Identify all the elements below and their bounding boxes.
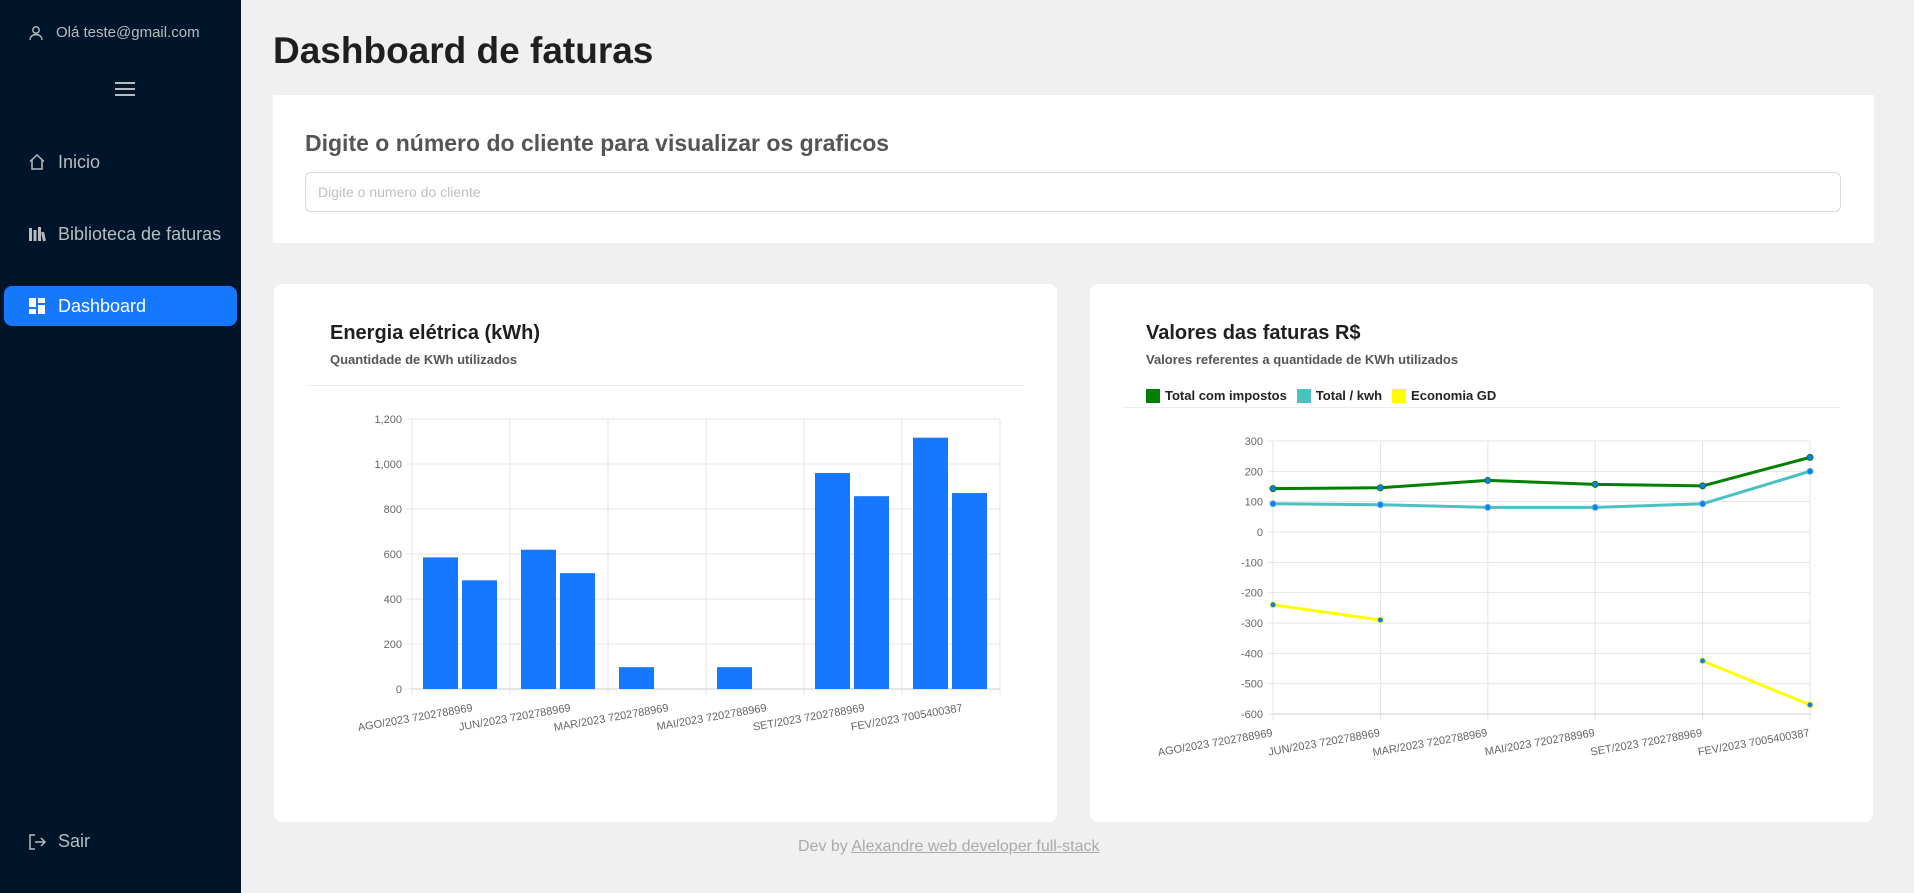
data-point bbox=[1269, 601, 1277, 609]
bar bbox=[423, 557, 458, 689]
series-line bbox=[1272, 603, 1381, 622]
x-tick-label: MAR/2023 7202788969 bbox=[1372, 727, 1489, 759]
bar bbox=[619, 667, 654, 689]
data-point bbox=[1699, 657, 1707, 665]
logout-button[interactable]: Sair bbox=[28, 831, 90, 852]
data-point bbox=[1376, 484, 1384, 492]
x-tick-label: SET/2023 7202788969 bbox=[1590, 727, 1704, 758]
data-point bbox=[1269, 485, 1277, 493]
x-tick-label: JUN/2023 7202788969 bbox=[1267, 727, 1381, 758]
bar bbox=[560, 573, 595, 689]
data-point bbox=[1699, 500, 1707, 508]
y-tick-label: 0 bbox=[396, 684, 402, 696]
user-icon bbox=[29, 25, 43, 40]
x-tick-label: FEV/2023 7005400387 bbox=[850, 702, 964, 733]
data-point bbox=[1806, 453, 1814, 461]
x-tick-label: MAI/2023 7202788969 bbox=[1484, 727, 1596, 758]
footer-prefix: Dev by bbox=[798, 838, 848, 855]
y-tick-label: -300 bbox=[1241, 618, 1263, 630]
logout-icon bbox=[29, 833, 46, 850]
y-tick-label: 1,000 bbox=[374, 459, 402, 471]
bar bbox=[913, 437, 948, 689]
series-line bbox=[1702, 659, 1811, 707]
y-tick-label: -600 bbox=[1241, 709, 1263, 721]
energy-bar-chart: 0 200 400 600 800 1,000 1,200 AGO/2023 72027889… bbox=[357, 414, 1001, 734]
data-point bbox=[1484, 476, 1492, 484]
library-icon bbox=[29, 227, 46, 242]
user-greeting: Olá teste@gmail.com bbox=[28, 24, 200, 41]
search-card: Digite o número do cliente para visualiz… bbox=[273, 95, 1874, 243]
bar bbox=[521, 549, 556, 689]
logout-label: Sair bbox=[58, 831, 91, 851]
y-tick-label: -100 bbox=[1241, 557, 1263, 569]
home-icon bbox=[29, 153, 45, 170]
page-title: Dashboard de faturas bbox=[273, 30, 654, 71]
sidebar-item-label: Inicio bbox=[58, 151, 101, 172]
menu-icon[interactable] bbox=[114, 80, 136, 98]
footer: Dev by Alexandre web developer full-stac… bbox=[798, 838, 1100, 856]
search-heading: Digite o número do cliente para visualiz… bbox=[305, 130, 890, 156]
sidebar: Olá teste@gmail.com Inicio Biblioteca de… bbox=[0, 0, 241, 893]
energy-chart-card: Energia elétrica (kWh) Quantidade de KWh… bbox=[274, 284, 1057, 822]
client-number-input[interactable] bbox=[305, 172, 1841, 212]
user-greeting-text: Olá teste@gmail.com bbox=[56, 24, 200, 41]
bar bbox=[815, 473, 850, 689]
x-tick-label: FEV/2023 7005400387 bbox=[1697, 727, 1811, 758]
y-tick-label: 200 bbox=[1245, 466, 1263, 478]
data-point bbox=[1806, 467, 1814, 475]
x-tick-label: AGO/2023 7202788969 bbox=[357, 702, 474, 734]
data-point bbox=[1699, 482, 1707, 490]
sidebar-item-label: Biblioteca de faturas bbox=[58, 223, 222, 244]
data-point bbox=[1591, 503, 1599, 511]
bar bbox=[854, 496, 889, 689]
y-tick-label: -500 bbox=[1241, 679, 1263, 691]
dashboard-icon bbox=[29, 298, 45, 314]
invoice-line-chart: 300 200 100 0 -100 -200 -300 -400 -500 -600 AGO/20… bbox=[1157, 436, 1814, 759]
data-point bbox=[1376, 616, 1384, 624]
x-tick-label: AGO/2023 7202788969 bbox=[1157, 727, 1274, 759]
x-tick-label: MAI/2023 7202788969 bbox=[656, 702, 768, 733]
data-point bbox=[1591, 480, 1599, 488]
bar bbox=[717, 667, 752, 689]
data-point bbox=[1484, 503, 1492, 511]
series-line bbox=[1272, 455, 1811, 491]
sidebar-item-inicio[interactable]: Inicio bbox=[4, 142, 237, 182]
y-tick-label: 800 bbox=[384, 504, 402, 516]
sidebar-item-label: Dashboard bbox=[58, 295, 147, 316]
data-point bbox=[1376, 501, 1384, 509]
sidebar-item-biblioteca[interactable]: Biblioteca de faturas bbox=[4, 214, 237, 254]
footer-author-link[interactable]: Alexandre web developer full-stack bbox=[851, 838, 1099, 855]
data-point bbox=[1806, 701, 1814, 709]
invoice-values-chart-card: Valores das faturas R$ Valores referente… bbox=[1090, 284, 1873, 822]
y-tick-label: 600 bbox=[384, 549, 402, 561]
sidebar-item-dashboard[interactable]: Dashboard bbox=[4, 286, 237, 326]
x-tick-label: MAR/2023 7202788969 bbox=[553, 702, 670, 734]
y-tick-label: 200 bbox=[384, 639, 402, 651]
y-tick-label: -400 bbox=[1241, 648, 1263, 660]
y-tick-label: 100 bbox=[1245, 497, 1263, 509]
x-tick-label: SET/2023 7202788969 bbox=[752, 702, 866, 733]
data-point bbox=[1269, 500, 1277, 508]
y-tick-label: 300 bbox=[1245, 436, 1263, 448]
y-tick-label: 0 bbox=[1257, 527, 1263, 539]
y-tick-label: -200 bbox=[1241, 588, 1263, 600]
bar bbox=[952, 493, 987, 689]
y-tick-label: 400 bbox=[384, 594, 402, 606]
bar bbox=[462, 580, 497, 689]
y-tick-label: 1,200 bbox=[374, 414, 402, 426]
